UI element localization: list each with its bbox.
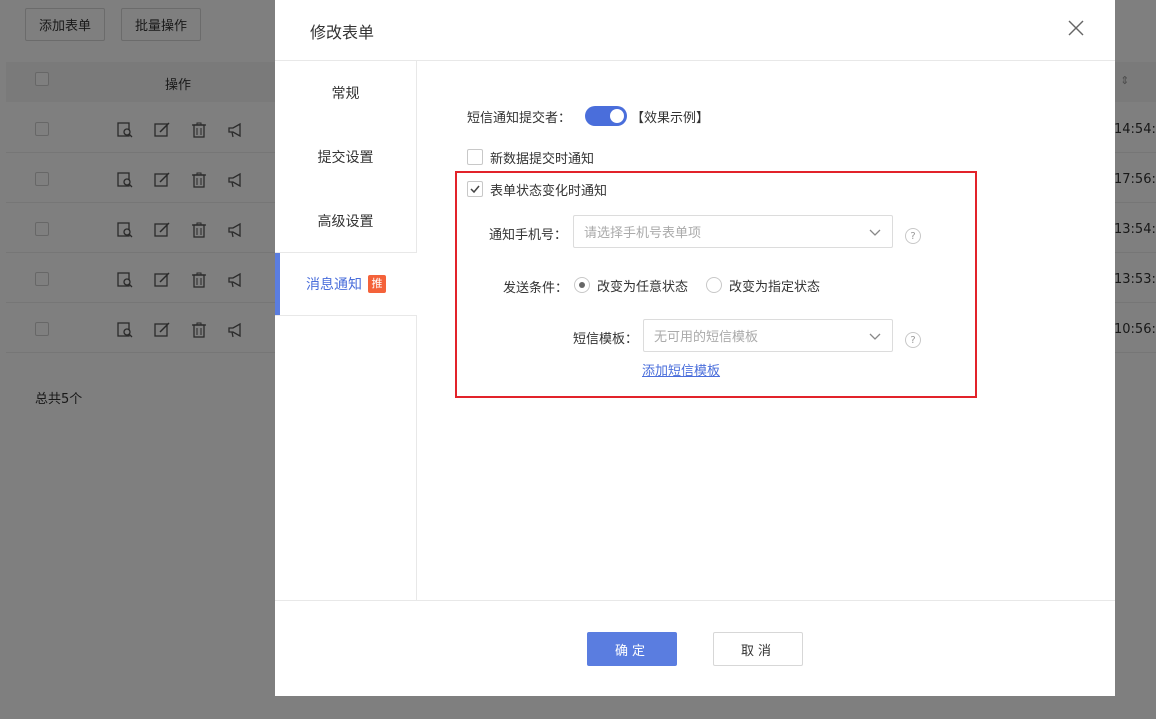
dialog-header: 修改表单 [275,0,1115,61]
sms-notify-label: 短信通知提交者： [467,110,572,126]
cancel-button[interactable]: 取消 [713,632,803,666]
sms-notify-row: 短信通知提交者： 【效果示例】 [467,105,709,127]
tab-general[interactable]: 常规 [275,61,416,125]
edit-form-dialog: 修改表单 常规 提交设置 高级设置 消息通知 推 短信通知提交者： 【效果示例】… [275,0,1115,696]
chevron-down-icon [869,333,881,340]
example-link[interactable]: 【效果示例】 [631,107,709,126]
send-condition-radio-group: 改变为任意状态 改变为指定状态 [574,276,838,295]
close-icon[interactable] [1066,18,1086,38]
chevron-down-icon [869,229,881,236]
notification-settings: 短信通知提交者： 【效果示例】 新数据提交时通知 表单状态变化时通知 通知手机号… [417,61,1115,600]
help-icon[interactable]: ? [905,228,921,244]
help-icon[interactable]: ? [905,332,921,348]
status-change-notify-checkbox[interactable] [467,181,483,197]
phone-field-select[interactable]: 请选择手机号表单项 [573,215,893,248]
sms-notify-toggle[interactable] [585,106,628,126]
recommend-badge: 推 [368,275,386,293]
status-change-notify-label: 表单状态变化时通知 [490,183,608,199]
settings-tabs: 常规 提交设置 高级设置 消息通知 推 [275,61,417,600]
dialog-title: 修改表单 [310,23,375,42]
send-condition-label: 发送条件： [503,281,569,296]
sms-template-select[interactable]: 无可用的短信模板 [643,319,893,352]
radio-specific-status[interactable] [706,277,723,293]
phone-field-placeholder: 请选择手机号表单项 [584,226,702,241]
tab-submit-settings[interactable]: 提交设置 [275,125,416,189]
new-data-notify-option[interactable]: 新数据提交时通知 [467,148,595,167]
condition-specific-status[interactable]: 改变为指定状态 [706,276,820,295]
new-data-notify-checkbox[interactable] [467,149,483,165]
tab-message-notification[interactable]: 消息通知 推 [275,252,417,316]
condition-any-status[interactable]: 改变为任意状态 [574,276,688,295]
sms-template-placeholder: 无可用的短信模板 [654,330,759,345]
sms-template-label: 短信模板： [573,332,639,347]
phone-field-label: 通知手机号： [489,228,568,243]
new-data-notify-label: 新数据提交时通知 [490,151,595,167]
add-sms-template-link[interactable]: 添加短信模板 [642,360,720,379]
radio-any-status[interactable] [574,277,590,293]
checkmark-icon [470,185,480,194]
tab-label: 消息通知 [306,277,362,293]
radio-label: 改变为任意状态 [597,279,689,295]
status-change-notify-option[interactable]: 表单状态变化时通知 [467,180,608,199]
radio-label: 改变为指定状态 [729,279,821,295]
tab-advanced-settings[interactable]: 高级设置 [275,189,416,253]
toggle-knob [610,109,625,123]
dialog-footer: 确定 取消 [275,600,1115,696]
confirm-button[interactable]: 确定 [587,632,677,666]
